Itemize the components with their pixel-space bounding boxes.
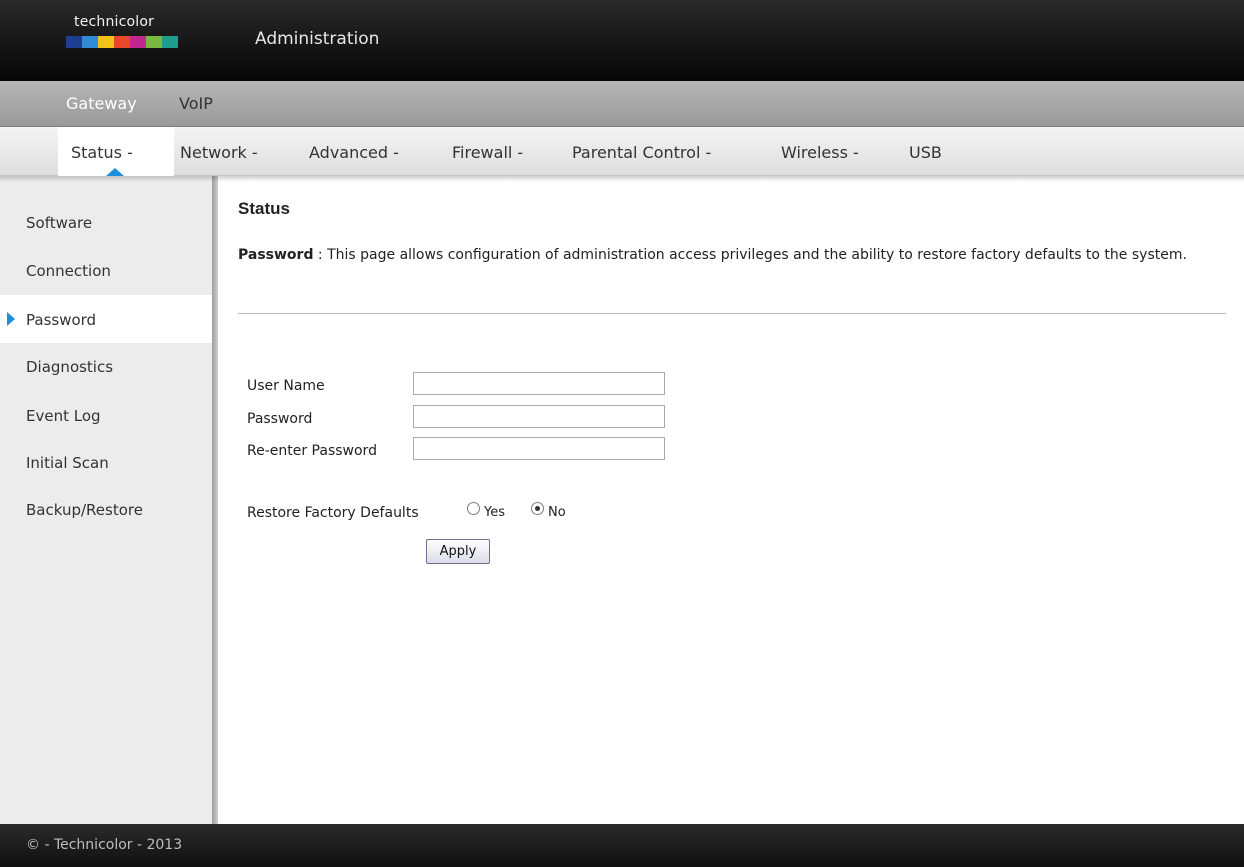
footer: © - Technicolor - 2013 — [0, 824, 1244, 867]
tab-parental-control[interactable]: Parental Control - — [572, 143, 711, 162]
top-nav: Gateway VoIP — [0, 81, 1244, 127]
tab-advanced[interactable]: Advanced - — [309, 143, 399, 162]
content-divider — [238, 313, 1226, 314]
description-label: Password — [238, 247, 314, 263]
page-description: Password : This page allows configuratio… — [238, 244, 1228, 266]
tab-network[interactable]: Network - — [180, 143, 258, 162]
tab-firewall[interactable]: Firewall - — [452, 143, 523, 162]
user-name-label: User Name — [247, 378, 325, 394]
nav-voip[interactable]: VoIP — [179, 94, 213, 113]
sidebar-item-software[interactable]: Software — [26, 214, 92, 232]
description-text: : This page allows configuration of admi… — [313, 247, 1187, 263]
nav-gateway[interactable]: Gateway — [66, 94, 137, 113]
restore-yes-radio[interactable] — [467, 502, 480, 515]
sidebar-item-password[interactable]: Password — [26, 311, 96, 329]
restore-defaults-label: Restore Factory Defaults — [247, 505, 419, 521]
sidebar-item-initial-scan[interactable]: Initial Scan — [26, 454, 109, 472]
sidebar-item-diagnostics[interactable]: Diagnostics — [26, 358, 113, 376]
page-title: Status — [238, 199, 290, 218]
tab-status[interactable]: Status - — [71, 143, 133, 162]
user-name-input[interactable] — [413, 372, 665, 395]
tab-usb[interactable]: USB — [909, 143, 942, 162]
active-item-arrow-icon — [7, 312, 15, 326]
header-title: Administration — [255, 29, 380, 49]
restore-no-radio[interactable] — [531, 502, 544, 515]
sidebar-divider — [212, 176, 218, 824]
footer-copyright: © - Technicolor - 2013 — [26, 837, 183, 853]
logo-text: technicolor — [74, 14, 155, 30]
technicolor-logo[interactable]: technicolor — [66, 14, 178, 52]
password-label: Password — [247, 411, 313, 427]
active-tab-caret-icon — [106, 168, 124, 176]
radio-selected-dot — [535, 506, 540, 511]
reenter-password-input[interactable] — [413, 437, 665, 460]
tab-wireless[interactable]: Wireless - — [781, 143, 859, 162]
password-input[interactable] — [413, 405, 665, 428]
reenter-password-label: Re-enter Password — [247, 443, 377, 459]
logo-color-bar — [66, 36, 178, 48]
nav-shadow — [0, 176, 1244, 182]
sub-nav: Status - Network - Advanced - Firewall -… — [0, 127, 1244, 176]
header-bar: technicolor Administration — [0, 0, 1244, 81]
sidebar-item-event-log[interactable]: Event Log — [26, 407, 101, 425]
restore-yes-label: Yes — [484, 505, 505, 520]
restore-no-label: No — [548, 505, 566, 520]
apply-button[interactable]: Apply — [426, 539, 490, 564]
sidebar-item-connection[interactable]: Connection — [26, 262, 111, 280]
sidebar-item-backup-restore[interactable]: Backup/Restore — [26, 501, 143, 519]
